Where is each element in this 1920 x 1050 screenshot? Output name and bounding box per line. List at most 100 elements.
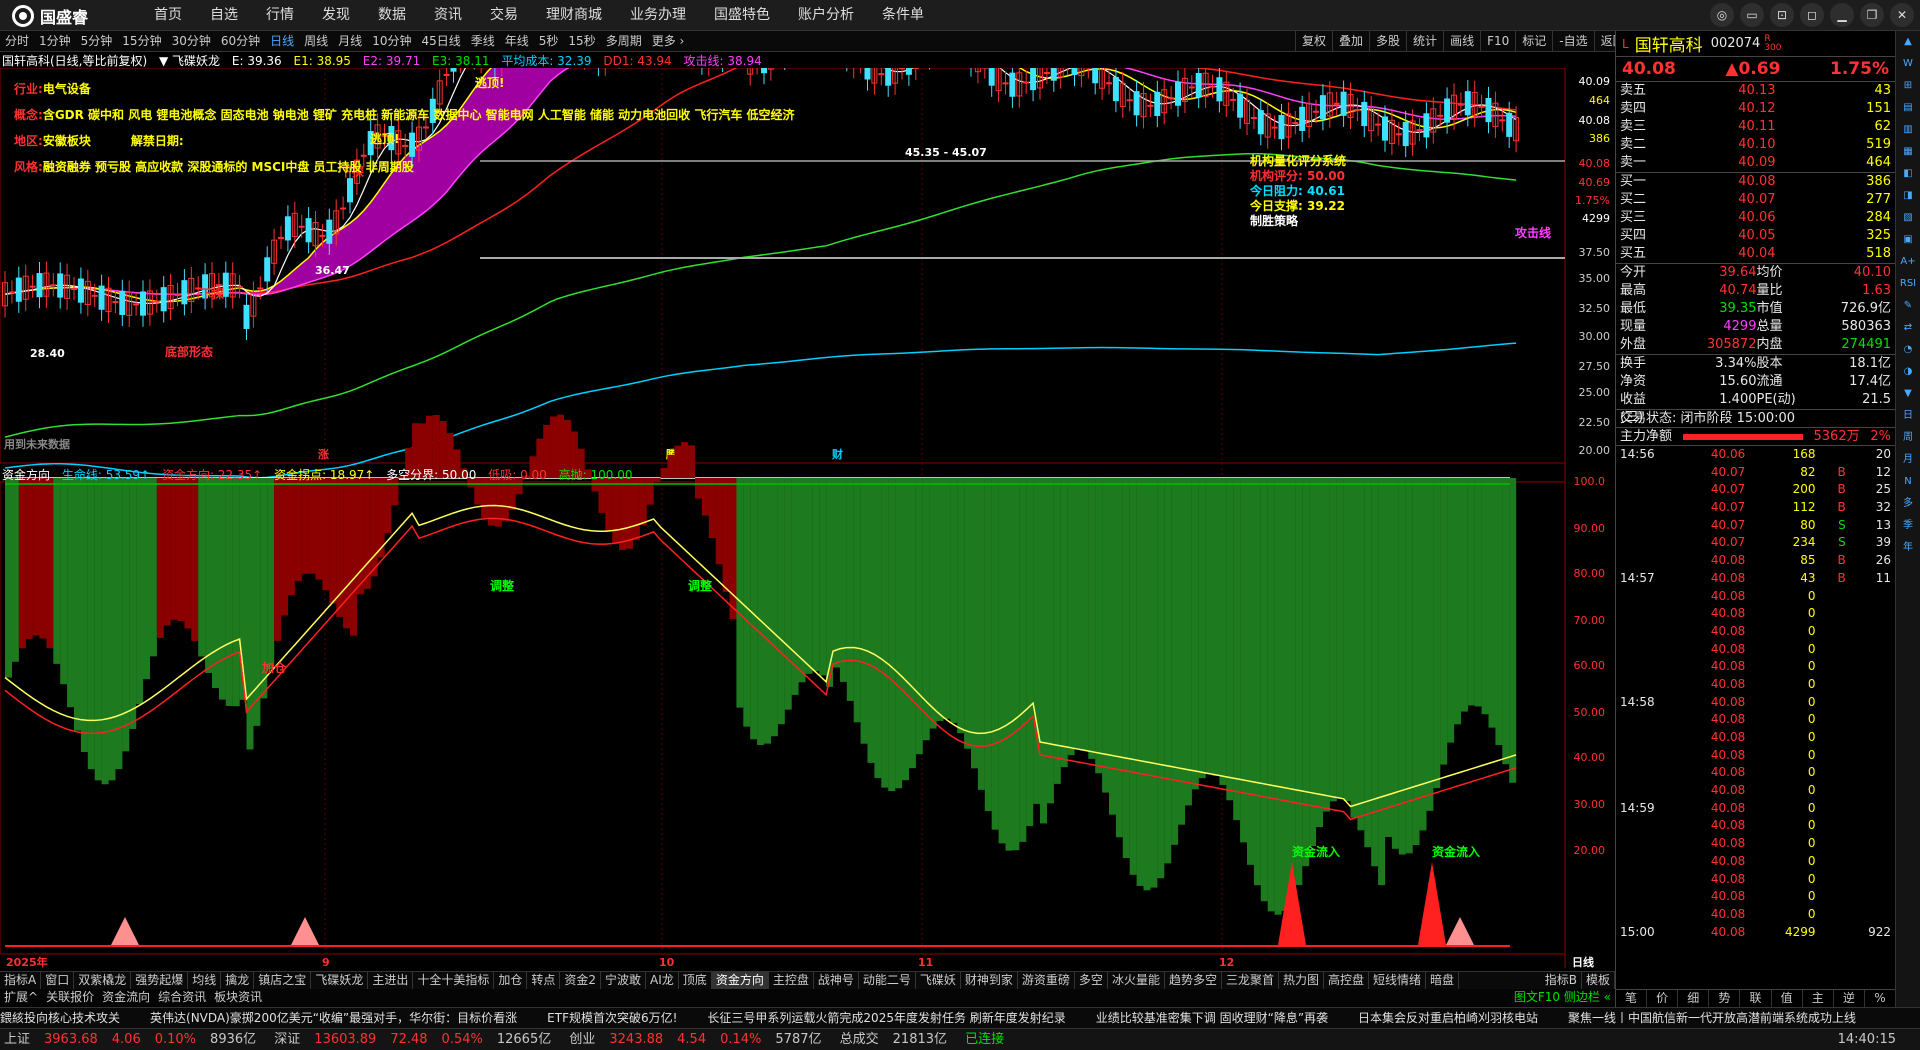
timeframe-15[interactable]: 多周期 — [601, 31, 647, 51]
bottom-tab-0[interactable]: 扩展^ — [0, 989, 42, 1006]
book-row[interactable]: 买三 40.06 284 — [1616, 209, 1895, 227]
indicator-tab-9[interactable]: 十全十美指标 — [413, 972, 495, 989]
side-icon-19[interactable]: 月 — [1896, 449, 1920, 471]
side-icon-0[interactable]: ▲ — [1896, 31, 1920, 53]
menu-item-6[interactable]: 交易 — [476, 0, 532, 31]
quote-tab-3[interactable]: 势 — [1709, 990, 1741, 1007]
indicator-name[interactable]: ▼ 飞碟妖龙 — [159, 54, 220, 68]
timeframe-1[interactable]: 1分钟 — [34, 31, 76, 51]
indicator-tab-24[interactable]: 冰火量能 — [1108, 972, 1165, 989]
indicator-tab-1[interactable]: 窗口 — [41, 972, 75, 989]
quote-tab-1[interactable]: 价 — [1647, 990, 1679, 1007]
indicator-tab-right-1[interactable]: 模板 — [1582, 972, 1615, 989]
timeframe-11[interactable]: 季线 — [466, 31, 500, 51]
news-ticker[interactable]: 鍡絯投向核心技术攻关 英伟达(NVDA)豪掷200亿美元“收编”最强对手，华尔街：… — [0, 1007, 1920, 1028]
window-control-icon-2[interactable]: ⊡ — [1770, 3, 1794, 27]
timeframe-16[interactable]: 更多 › — [647, 31, 690, 51]
indicator-tab-10[interactable]: 加仓 — [494, 972, 528, 989]
indicator-tab-6[interactable]: 镇店之宝 — [254, 972, 312, 989]
timeframe-6[interactable]: 日线 — [265, 31, 299, 51]
book-row[interactable]: 卖二 40.10 519 — [1616, 136, 1895, 154]
tool-button-1[interactable]: 叠加 — [1332, 31, 1369, 52]
ticker-item-3[interactable]: 长征三号甲系列运载火箭完成2025年度发射任务 刷新年度发射纪录 — [707, 1011, 1065, 1025]
window-control-icon-6[interactable]: ✕ — [1890, 3, 1914, 27]
window-control-icon-1[interactable]: ▭ — [1740, 3, 1764, 27]
indicator-tab-21[interactable]: 财神到家 — [961, 972, 1018, 989]
quote-tab-4[interactable]: 联 — [1740, 990, 1772, 1007]
side-icon-9[interactable]: ▣ — [1896, 229, 1920, 251]
tool-button-0[interactable]: 复权 — [1295, 31, 1332, 52]
menu-item-10[interactable]: 账户分析 — [784, 0, 868, 31]
ticker-item-4[interactable]: 业绩比较基准密集下调 固收理财“降息”再袭 — [1096, 1011, 1328, 1025]
side-icon-12[interactable]: ✎ — [1896, 295, 1920, 317]
ticker-item-5[interactable]: 日本集会反对重启柏崎刈羽核电站 — [1358, 1011, 1538, 1025]
book-row[interactable]: 买四 40.05 325 — [1616, 227, 1895, 245]
timeframe-5[interactable]: 60分钟 — [216, 31, 265, 51]
book-row[interactable]: 买二 40.07 277 — [1616, 191, 1895, 209]
tool-button-7[interactable]: -自选 — [1552, 31, 1593, 52]
window-control-icon-0[interactable]: ◎ — [1710, 3, 1734, 27]
book-row[interactable]: 卖三 40.11 62 — [1616, 118, 1895, 136]
f10-sidebar-toggle[interactable]: 图文F10 侧边栏 « — [1510, 989, 1615, 1006]
tool-button-6[interactable]: 标记 — [1515, 31, 1552, 52]
book-row[interactable]: 卖五 40.13 43 — [1616, 82, 1895, 100]
side-icon-5[interactable]: ▦ — [1896, 141, 1920, 163]
indicator-tab-4[interactable]: 均线 — [188, 972, 222, 989]
tool-button-4[interactable]: 画线 — [1443, 31, 1480, 52]
book-row[interactable]: 卖一 40.09 464 — [1616, 154, 1895, 172]
side-icon-16[interactable]: ▼ — [1896, 383, 1920, 405]
book-row[interactable]: 买一 40.08 386 — [1616, 173, 1895, 191]
indicator-tab-2[interactable]: 双紫橇龙 — [74, 972, 132, 989]
side-icon-21[interactable]: 多 — [1896, 493, 1920, 515]
side-icon-14[interactable]: ◔ — [1896, 339, 1920, 361]
menu-item-1[interactable]: 自选 — [196, 0, 252, 31]
sub-indicator-name[interactable]: 资金方向 — [2, 468, 50, 482]
timeframe-8[interactable]: 月线 — [333, 31, 367, 51]
side-icon-2[interactable]: ⊞ — [1896, 75, 1920, 97]
timeframe-12[interactable]: 年线 — [500, 31, 534, 51]
menu-item-3[interactable]: 发现 — [308, 0, 364, 31]
book-row[interactable]: 卖四 40.12 151 — [1616, 100, 1895, 118]
app-logo[interactable]: 国盛睿 — [12, 4, 88, 28]
indicator-tab-17[interactable]: 主控盘 — [769, 972, 814, 989]
indicator-tab-30[interactable]: 暗盘 — [1426, 972, 1460, 989]
tool-button-3[interactable]: 统计 — [1406, 31, 1443, 52]
timeframe-3[interactable]: 15分钟 — [117, 31, 166, 51]
quote-tab-7[interactable]: 逆 — [1834, 990, 1865, 1007]
timeframe-4[interactable]: 30分钟 — [167, 31, 216, 51]
indicator-tab-23[interactable]: 多空 — [1075, 972, 1108, 989]
indicator-tab-28[interactable]: 高控盘 — [1324, 972, 1370, 989]
indicator-tab-right-0[interactable]: 指标B — [1541, 972, 1582, 989]
quote-tab-5[interactable]: 值 — [1772, 990, 1803, 1007]
timeframe-0[interactable]: 分时 — [0, 31, 34, 51]
side-icon-20[interactable]: N — [1896, 471, 1920, 493]
indicator-tab-3[interactable]: 强势起爆 — [131, 972, 189, 989]
side-icon-15[interactable]: ◑ — [1896, 361, 1920, 383]
indicator-tab-18[interactable]: 战神号 — [814, 972, 859, 989]
indicator-tab-19[interactable]: 动能二号 — [859, 972, 916, 989]
indicator-tab-7[interactable]: 飞碟妖龙 — [311, 972, 369, 989]
window-control-icon-5[interactable]: ❐ — [1860, 3, 1884, 27]
indicator-tab-20[interactable]: 飞碟妖 — [916, 972, 961, 989]
menu-item-5[interactable]: 资讯 — [420, 0, 476, 31]
side-icon-18[interactable]: 周 — [1896, 427, 1920, 449]
indicator-tab-16[interactable]: 资金方向 — [711, 972, 769, 989]
side-icon-1[interactable]: W — [1896, 53, 1920, 75]
chart-area[interactable]: 机构量化评分系统机构评分: 50.00今日阻力: 40.61今日支撑: 39.2… — [0, 68, 1615, 968]
timeframe-7[interactable]: 周线 — [299, 31, 333, 51]
menu-item-7[interactable]: 理财商城 — [532, 0, 616, 31]
indicator-tab-5[interactable]: 擒龙 — [221, 972, 255, 989]
timeframe-2[interactable]: 5分钟 — [76, 31, 118, 51]
ticker-item-6[interactable]: 聚焦一线丨中国航信新一代开放高潜前端系统成功上线 — [1568, 1011, 1856, 1025]
window-control-icon-4[interactable]: ▁ — [1830, 3, 1854, 27]
timeframe-9[interactable]: 10分钟 — [367, 31, 416, 51]
menu-item-2[interactable]: 行情 — [252, 0, 308, 31]
indicator-tab-0[interactable]: 指标A — [0, 972, 42, 989]
ticker-item-0[interactable]: 鍡絯投向核心技术攻关 — [0, 1011, 120, 1025]
timeframe-10[interactable]: 45日线 — [416, 31, 465, 51]
side-icon-17[interactable]: 日 — [1896, 405, 1920, 427]
indicator-tab-8[interactable]: 主进出 — [368, 972, 414, 989]
side-icon-22[interactable]: 季 — [1896, 515, 1920, 537]
bottom-tab-3[interactable]: 综合资讯 — [154, 989, 210, 1006]
side-icon-8[interactable]: ▧ — [1896, 207, 1920, 229]
